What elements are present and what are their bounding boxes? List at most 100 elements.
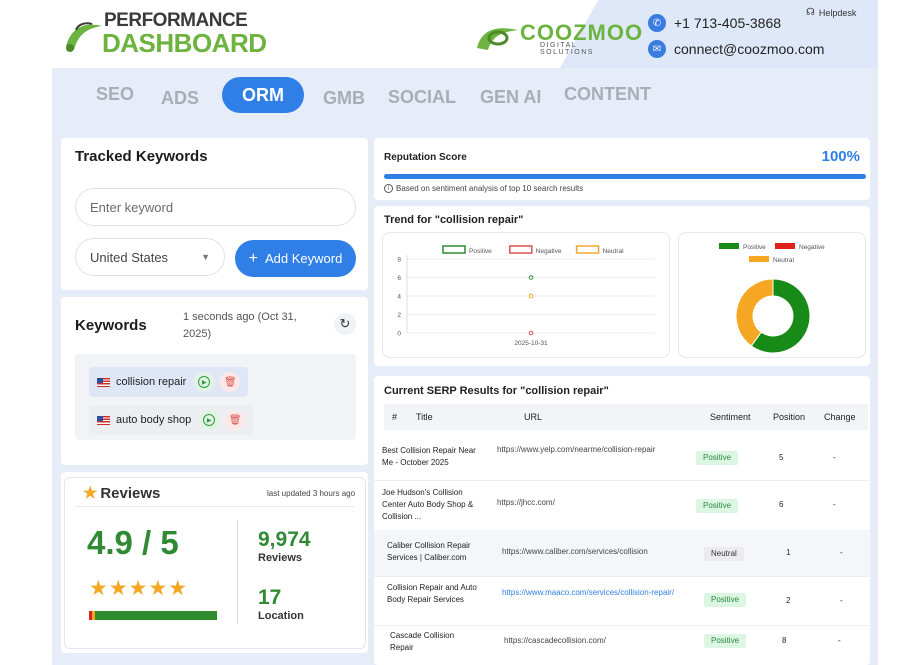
trend-line-chart-box: Positive Negative Neutral 0 2 4 6 8 2025-10-31: [382, 232, 670, 358]
table-row[interactable]: Joe Hudson's Collision Center Auto Body …: [374, 481, 870, 530]
sentiment-badge: Neutral: [704, 547, 744, 561]
legend-label-neutral: Neutral: [603, 248, 625, 255]
tab-ads[interactable]: ADS: [161, 88, 199, 109]
row-position: 1: [786, 548, 791, 557]
keyword-chip-collision-repair[interactable]: collision repair ▶ 🗑: [89, 367, 249, 397]
tab-gen-ai[interactable]: GEN AI: [480, 87, 541, 108]
phone-number: +1 713-405-3868: [674, 15, 782, 31]
reviews-card: ★ Reviews last updated 3 hours ago 4.9 /…: [64, 477, 366, 649]
phone-contact[interactable]: ✆ +1 713-405-3868: [648, 14, 781, 32]
email-contact[interactable]: ✉ connect@coozmoo.com: [648, 40, 824, 58]
row-url[interactable]: https://www.yelp.com/nearme/collision-re…: [497, 444, 672, 456]
helpdesk-label: Helpdesk: [818, 7, 857, 18]
refresh-icon: ↻: [339, 316, 351, 331]
star-icon: ★: [83, 485, 98, 502]
main-tabs: SEO ADS ORM GMB SOCIAL GEN AI CONTENT: [52, 76, 878, 116]
y-tick-label: 4: [397, 294, 401, 301]
col-header-number: #: [392, 412, 398, 422]
row-url[interactable]: https://www.maaco.com/services/collision…: [502, 587, 682, 599]
keyword-label: auto body shop: [116, 414, 192, 426]
reviews-divider-line: [75, 506, 355, 507]
row-position: 5: [779, 453, 784, 462]
refresh-button[interactable]: ↻: [334, 313, 356, 335]
data-point-positive: [528, 275, 534, 280]
row-url[interactable]: https://cascadecollision.com/: [504, 635, 684, 647]
tab-content[interactable]: CONTENT: [564, 84, 651, 105]
average-rating: 4.9 / 5: [87, 524, 179, 561]
tracked-keywords-panel: Tracked Keywords United States ▼ + Add K…: [61, 138, 368, 290]
tab-social[interactable]: SOCIAL: [388, 87, 456, 108]
delete-keyword-button[interactable]: 🗑: [225, 410, 246, 430]
keywords-panel: Keywords 1 seconds ago (Oct 31, 2025) ↻ …: [61, 297, 368, 465]
keyword-input[interactable]: [75, 188, 356, 226]
rating-bar-orange: [92, 611, 95, 620]
col-header-url: URL: [524, 412, 543, 422]
y-tick-label: 6: [397, 275, 401, 282]
plus-icon: +: [248, 249, 258, 267]
keyword-label: collision repair: [116, 376, 187, 388]
row-title: Collision Repair and Auto Body Repair Se…: [387, 583, 477, 604]
table-row[interactable]: Best Collision Repair Near Me - October …: [374, 434, 870, 480]
coozmoo-swirl-icon: [477, 28, 518, 50]
play-icon: ▶: [198, 376, 211, 388]
row-change: -: [833, 500, 836, 509]
chevron-down-icon: ▼: [201, 252, 210, 262]
row-title: Joe Hudson's Collision Center Auto Body …: [382, 488, 474, 521]
legend-swatch-negative: [509, 245, 533, 254]
table-row[interactable]: Collision Repair and Auto Body Repair Se…: [374, 577, 870, 625]
coozmoo-logo[interactable]: COOZMOO DIGITAL SOLUTIONS: [474, 20, 642, 56]
legend-swatch-negative: [775, 243, 795, 249]
data-point-neutral: [528, 293, 534, 299]
phone-icon: ✆: [648, 14, 666, 32]
headset-icon: ☊: [806, 7, 815, 18]
sentiment-badge: Positive: [704, 634, 747, 648]
rating-distribution-bar: [89, 611, 217, 620]
reviews-updated: last updated 3 hours ago: [267, 489, 356, 498]
tab-gmb[interactable]: GMB: [323, 88, 365, 109]
performance-dashboard-logo[interactable]: PERFORMANCE DASHBOARD: [62, 10, 267, 58]
legend-swatch-neutral: [575, 245, 600, 254]
tab-seo[interactable]: SEO: [96, 84, 134, 105]
row-change: -: [840, 596, 843, 605]
reputation-progress-bar: [384, 174, 866, 179]
logo-swirl-icon: [66, 22, 102, 52]
y-tick-label: 0: [397, 331, 401, 338]
info-icon: i: [384, 184, 393, 193]
location-count: 17: [258, 586, 282, 609]
legend-swatch-positive: [719, 243, 739, 249]
legend-label-positive: Positive: [743, 244, 766, 251]
table-row[interactable]: Cascade Collision Repair https://cascade…: [374, 626, 870, 665]
legend-swatch-positive: [442, 245, 466, 254]
table-row[interactable]: Caliber Collision Repair Services | Cali…: [374, 530, 870, 576]
row-change: -: [833, 453, 836, 462]
tracked-keywords-title: Tracked Keywords: [75, 148, 208, 165]
run-keyword-button[interactable]: ▶: [199, 410, 220, 430]
email-address: connect@coozmoo.com: [674, 41, 825, 57]
row-title: Cascade Collision Repair: [390, 631, 455, 652]
reputation-title: Reputation Score: [384, 152, 467, 163]
reputation-note: i Based on sentiment analysis of top 10 …: [384, 184, 583, 193]
row-url[interactable]: https://www.caliber.com/services/collisi…: [502, 546, 682, 558]
keywords-updated-time: 1 seconds ago (Oct 31, 2025): [183, 311, 297, 340]
delete-keyword-button[interactable]: 🗑: [220, 372, 241, 392]
rating-stars: ★★★★★: [89, 577, 189, 600]
add-keyword-button[interactable]: + Add Keyword: [235, 240, 356, 277]
helpdesk-link[interactable]: ☊ Helpdesk: [806, 7, 856, 18]
reviews-title: ★ Reviews: [83, 483, 160, 503]
us-flag-icon: [97, 415, 110, 425]
run-keyword-button[interactable]: ▶: [194, 372, 215, 392]
reviews-vertical-divider: [237, 520, 238, 624]
trend-title: Trend for "collision repair": [384, 214, 524, 226]
legend-label-negative: Negative: [536, 248, 562, 255]
country-select[interactable]: United States ▼: [75, 238, 225, 276]
reviews-count: 9,974: [258, 528, 311, 551]
row-url[interactable]: https://jhcc.com/: [497, 497, 672, 509]
keyword-chip-auto-body-shop[interactable]: auto body shop ▶ 🗑: [89, 405, 254, 435]
tab-orm[interactable]: ORM: [222, 77, 304, 113]
reviews-count-label: Reviews: [258, 552, 303, 564]
row-title: Best Collision Repair Near Me - October …: [382, 446, 476, 467]
reviews-title-text: Reviews: [100, 484, 161, 502]
reputation-note-text: Based on sentiment analysis of top 10 se…: [396, 184, 584, 193]
col-header-change: Change: [824, 412, 856, 422]
trend-line-chart: Positive Negative Neutral 0 2 4 6 8 2025-10-31: [397, 245, 655, 347]
